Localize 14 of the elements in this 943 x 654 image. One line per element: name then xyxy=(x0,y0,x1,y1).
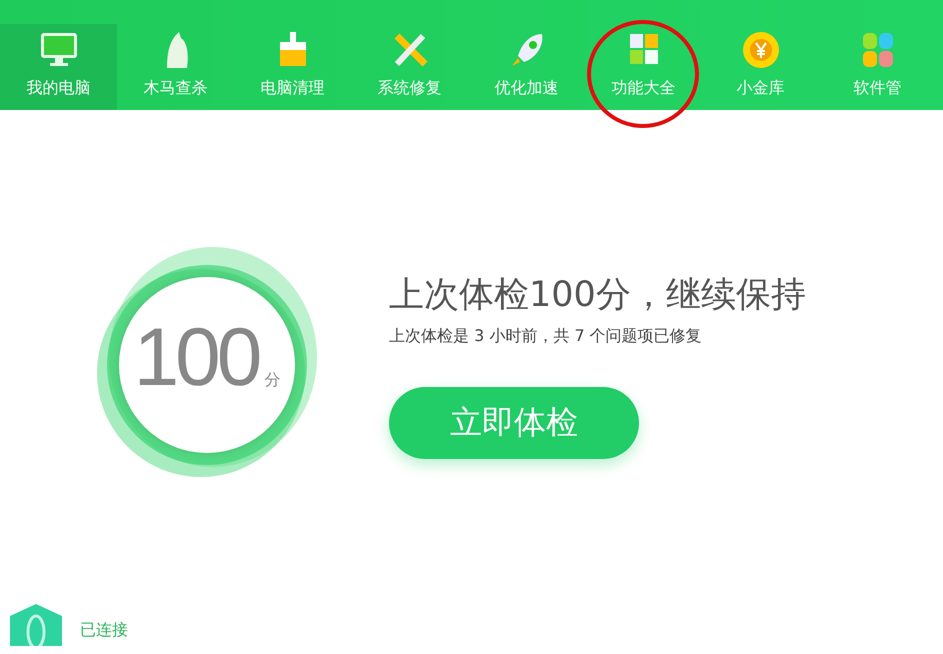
score-unit: 分 xyxy=(264,370,280,391)
nav-tab[interactable]: 电脑清理 xyxy=(234,24,351,110)
score-value: 100 xyxy=(134,317,258,399)
nav-tab[interactable]: 木马查杀 xyxy=(117,24,234,110)
check-button[interactable]: 立即体检 xyxy=(389,387,639,459)
nav-tab[interactable]: 我的电脑 xyxy=(0,24,117,110)
nav-tab[interactable]: 功能大全 xyxy=(585,24,702,110)
nav-tab[interactable]: 小金库 xyxy=(702,24,819,110)
connection-status: 已连接 xyxy=(80,620,128,640)
headline: 上次体检100分，继续保持 xyxy=(389,274,806,317)
nav-tab[interactable]: 系统修复 xyxy=(351,24,468,110)
subtitle: 上次体检是 3 小时前，共 7 个问题项已修复 xyxy=(389,326,702,347)
nav-tab[interactable]: 优化加速 xyxy=(468,24,585,110)
nav-tab[interactable]: 软件管 xyxy=(819,24,936,110)
